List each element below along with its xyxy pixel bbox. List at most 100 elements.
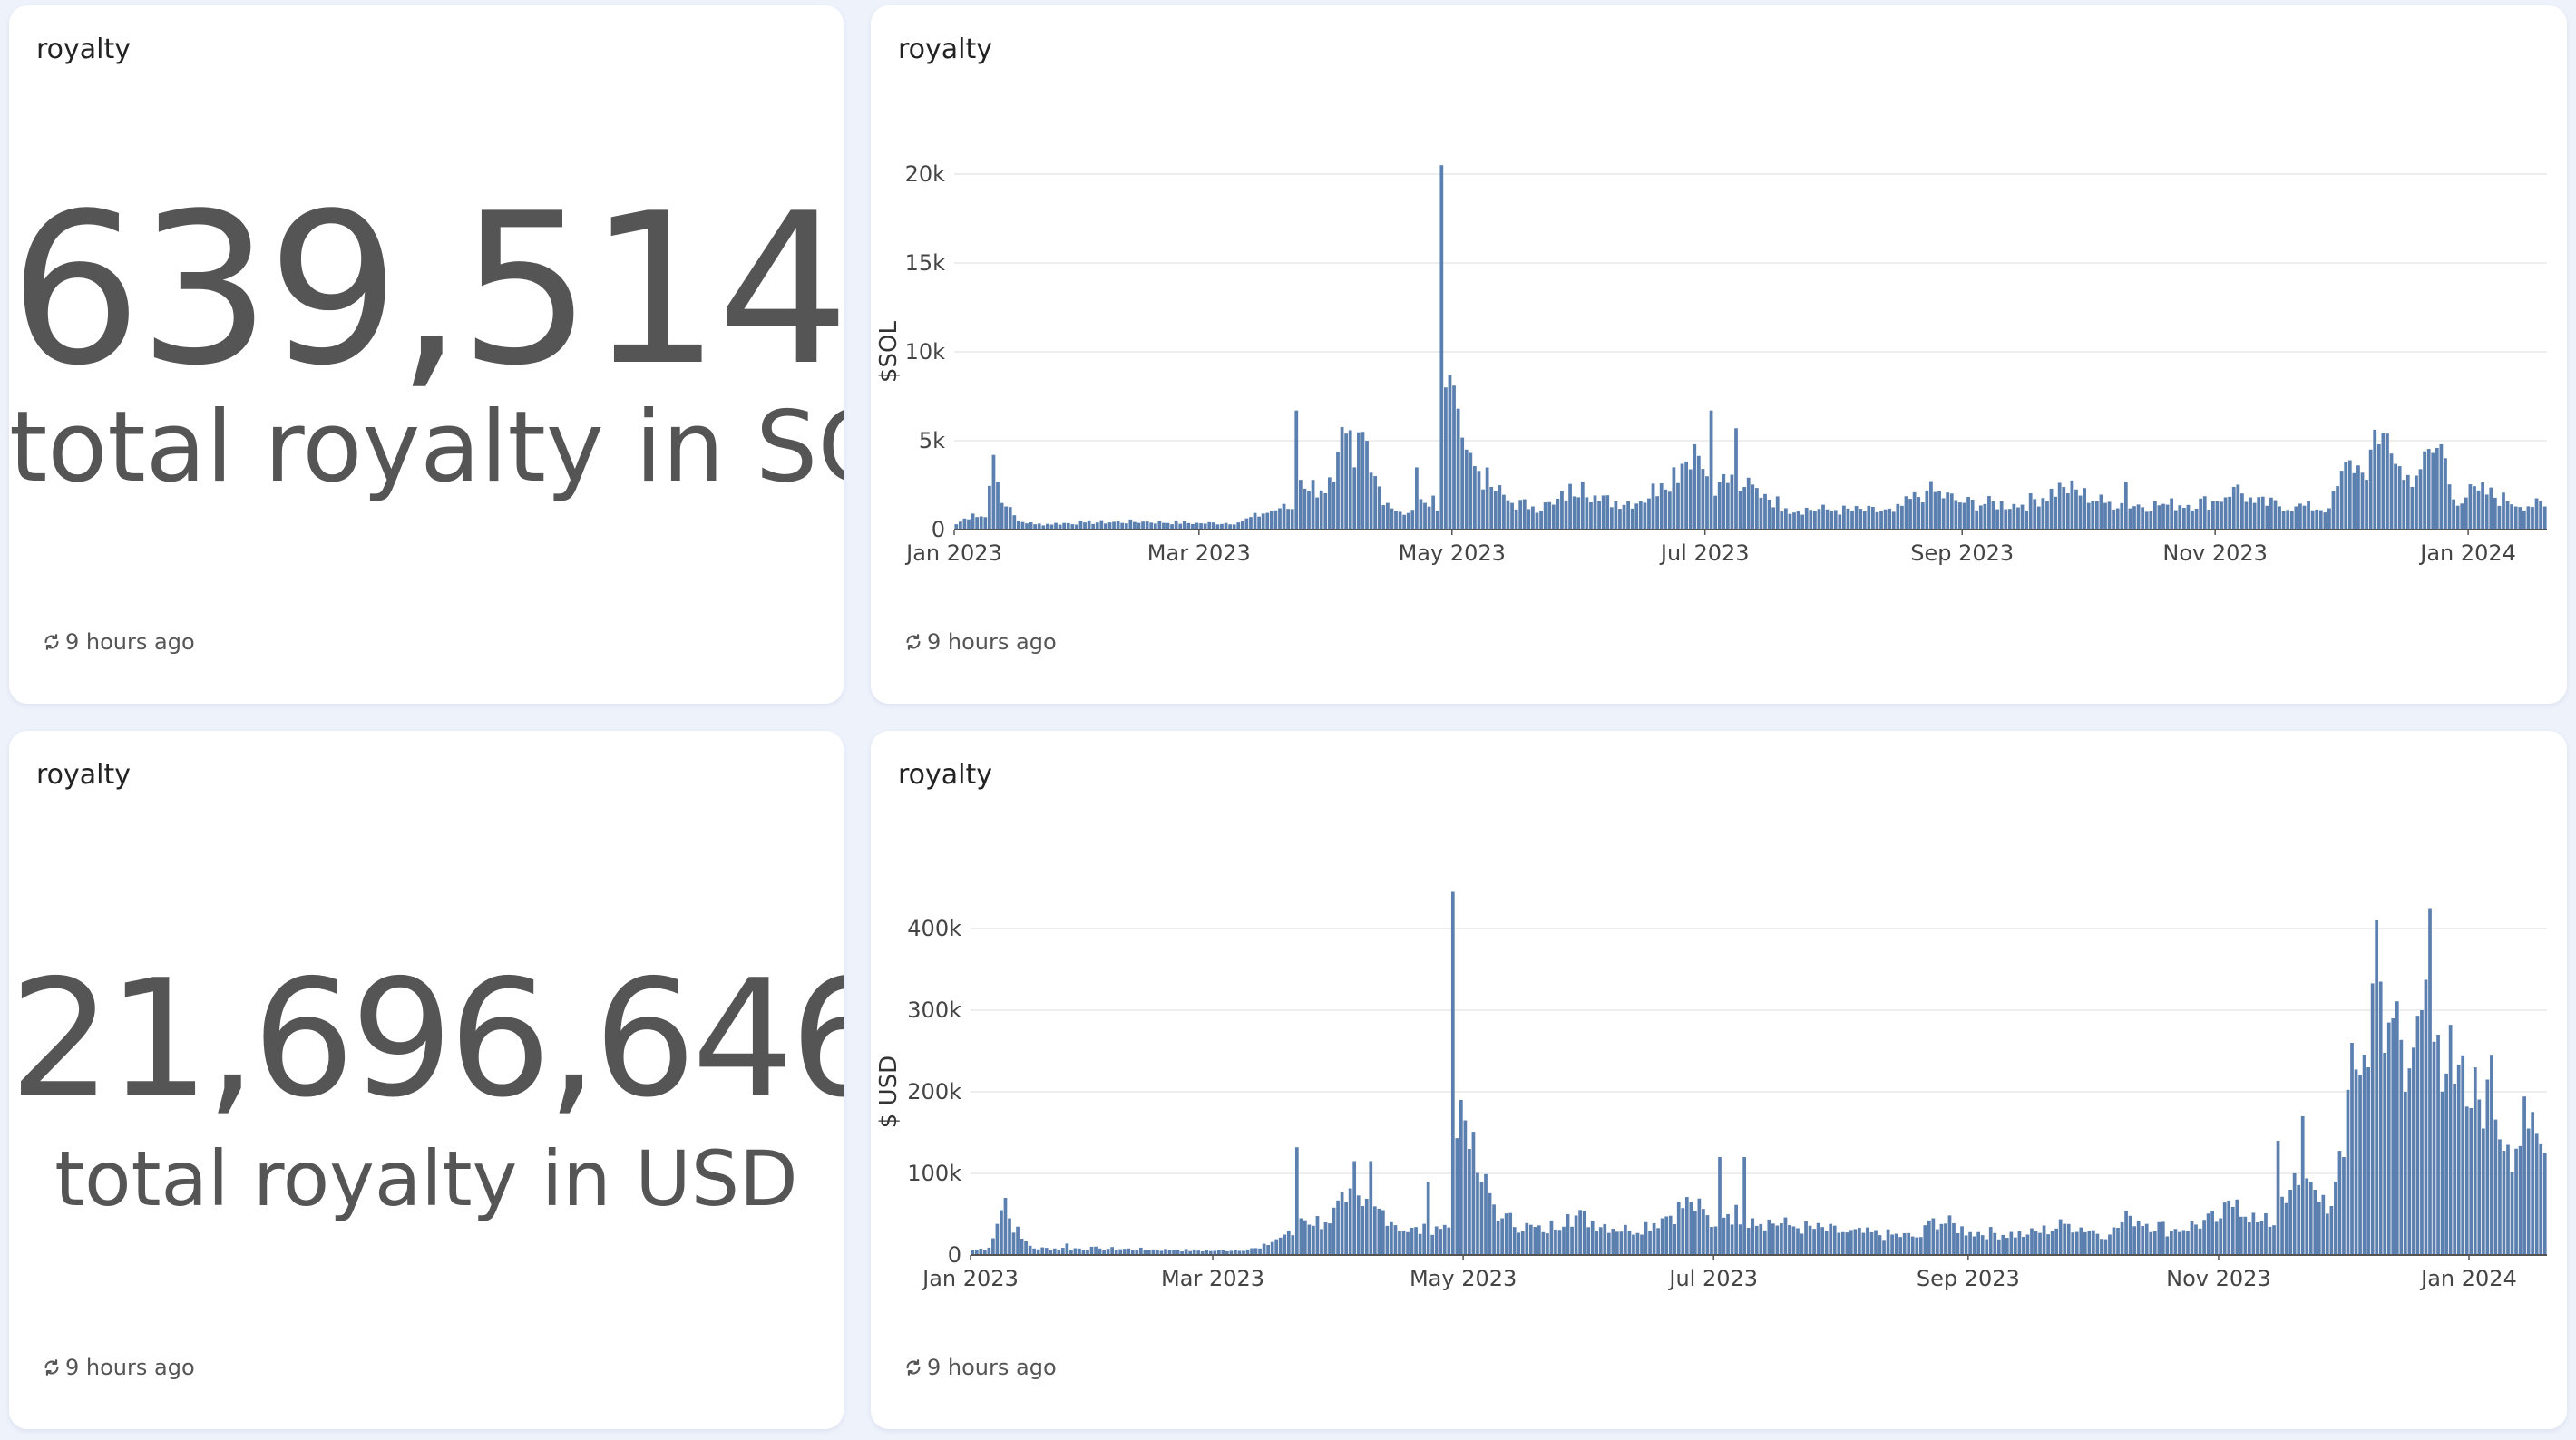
bar[interactable] bbox=[2298, 503, 2302, 530]
bar[interactable] bbox=[2278, 506, 2281, 530]
bar[interactable] bbox=[2157, 1221, 2161, 1255]
bar[interactable] bbox=[1947, 1215, 1952, 1255]
bar[interactable] bbox=[1195, 522, 1199, 530]
bar[interactable] bbox=[2220, 501, 2223, 530]
bar[interactable] bbox=[2336, 486, 2339, 530]
bar[interactable] bbox=[1915, 1237, 1919, 1255]
bar[interactable] bbox=[1878, 1235, 1882, 1255]
bar[interactable] bbox=[975, 517, 980, 530]
bar[interactable] bbox=[1606, 1232, 1611, 1255]
bar[interactable] bbox=[1734, 1204, 1738, 1255]
bar[interactable] bbox=[1328, 1223, 1332, 1255]
bar[interactable] bbox=[1186, 522, 1191, 530]
bar[interactable] bbox=[2350, 1043, 2354, 1255]
bar[interactable] bbox=[1377, 1208, 1381, 1255]
bar[interactable] bbox=[2444, 1073, 2448, 1255]
bar[interactable] bbox=[1792, 512, 1796, 530]
bar[interactable] bbox=[2022, 1236, 2025, 1255]
bar[interactable] bbox=[2149, 511, 2153, 530]
bar[interactable] bbox=[2100, 1239, 2103, 1255]
bar[interactable] bbox=[1294, 1147, 1299, 1255]
bar[interactable] bbox=[2289, 511, 2294, 530]
bar[interactable] bbox=[1266, 1244, 1271, 1255]
bar[interactable] bbox=[1624, 1224, 1627, 1255]
bar[interactable] bbox=[2066, 1223, 2071, 1255]
bar[interactable] bbox=[2265, 505, 2269, 530]
bar[interactable] bbox=[1888, 508, 1892, 530]
bar[interactable] bbox=[1547, 501, 1552, 530]
bar[interactable] bbox=[1648, 1231, 1652, 1255]
bar[interactable] bbox=[1299, 1218, 1303, 1256]
bar[interactable] bbox=[2455, 505, 2460, 530]
bar[interactable] bbox=[1763, 493, 1767, 530]
bar[interactable] bbox=[1273, 510, 1278, 530]
bar[interactable] bbox=[1459, 1100, 1463, 1255]
bar[interactable] bbox=[1489, 486, 1494, 530]
bar[interactable] bbox=[1842, 505, 1846, 530]
bar[interactable] bbox=[1025, 523, 1029, 530]
bar[interactable] bbox=[1615, 1231, 1619, 1255]
bar[interactable] bbox=[1900, 505, 1904, 530]
bar[interactable] bbox=[2452, 499, 2455, 530]
bar[interactable] bbox=[2407, 1068, 2412, 1255]
bar[interactable] bbox=[1369, 472, 1373, 530]
bar[interactable] bbox=[2410, 486, 2415, 530]
bar[interactable] bbox=[2360, 472, 2365, 530]
bar[interactable] bbox=[1999, 501, 2004, 530]
bar[interactable] bbox=[1609, 507, 1614, 530]
bar[interactable] bbox=[2144, 511, 2149, 530]
bar[interactable] bbox=[2141, 507, 2145, 530]
bar[interactable] bbox=[1402, 514, 1407, 530]
bar[interactable] bbox=[2228, 496, 2232, 530]
bar[interactable] bbox=[2115, 508, 2120, 530]
refresh-icon[interactable] bbox=[42, 1357, 62, 1377]
bar[interactable] bbox=[2456, 1064, 2461, 1255]
bar[interactable] bbox=[2276, 1141, 2280, 1255]
bar[interactable] bbox=[2074, 1231, 2079, 1255]
bar[interactable] bbox=[1751, 1218, 1755, 1256]
bar[interactable] bbox=[1460, 437, 1465, 530]
bar[interactable] bbox=[1166, 522, 1170, 530]
bar[interactable] bbox=[2405, 474, 2410, 530]
bar[interactable] bbox=[1356, 432, 1361, 530]
bar[interactable] bbox=[2399, 1039, 2404, 1255]
bar[interactable] bbox=[2001, 1234, 2005, 1255]
bar[interactable] bbox=[1312, 1225, 1315, 1255]
bar[interactable] bbox=[1980, 1235, 1985, 1255]
bar[interactable] bbox=[1730, 1224, 1734, 1255]
bar[interactable] bbox=[2087, 1231, 2092, 1255]
bar[interactable] bbox=[1574, 1215, 1578, 1255]
bar[interactable] bbox=[1336, 1200, 1340, 1255]
bar[interactable] bbox=[1492, 1204, 1496, 1255]
bar[interactable] bbox=[1775, 496, 1780, 530]
bar[interactable] bbox=[1576, 497, 1581, 530]
bar[interactable] bbox=[2302, 505, 2307, 530]
bar[interactable] bbox=[1566, 1214, 1570, 1255]
bar[interactable] bbox=[2464, 497, 2468, 530]
bar[interactable] bbox=[2358, 1075, 2362, 1255]
bar[interactable] bbox=[1788, 1225, 1791, 1255]
bar[interactable] bbox=[2017, 1231, 2022, 1255]
bar[interactable] bbox=[1904, 496, 1908, 530]
bar[interactable] bbox=[1898, 1237, 1903, 1255]
bar[interactable] bbox=[2099, 494, 2103, 530]
bar[interactable] bbox=[2469, 1108, 2474, 1255]
bar[interactable] bbox=[2490, 1055, 2493, 1255]
bar[interactable] bbox=[1866, 1227, 1869, 1255]
bar[interactable] bbox=[2378, 981, 2383, 1256]
bar[interactable] bbox=[1083, 522, 1087, 530]
bar[interactable] bbox=[1883, 509, 1888, 530]
bar[interactable] bbox=[1804, 507, 1809, 530]
bar[interactable] bbox=[2464, 1106, 2469, 1255]
bar[interactable] bbox=[2009, 1231, 2014, 1255]
refresh-icon[interactable] bbox=[42, 632, 62, 652]
bar[interactable] bbox=[1000, 1210, 1003, 1255]
bar[interactable] bbox=[2383, 1052, 2387, 1255]
bar[interactable] bbox=[1738, 491, 1742, 530]
bar[interactable] bbox=[1095, 522, 1099, 530]
bar[interactable] bbox=[2518, 1145, 2522, 1255]
bar[interactable] bbox=[1469, 452, 1473, 530]
bar[interactable] bbox=[1401, 1231, 1406, 1255]
bar[interactable] bbox=[1837, 1232, 1841, 1255]
bar[interactable] bbox=[2493, 1119, 2498, 1255]
